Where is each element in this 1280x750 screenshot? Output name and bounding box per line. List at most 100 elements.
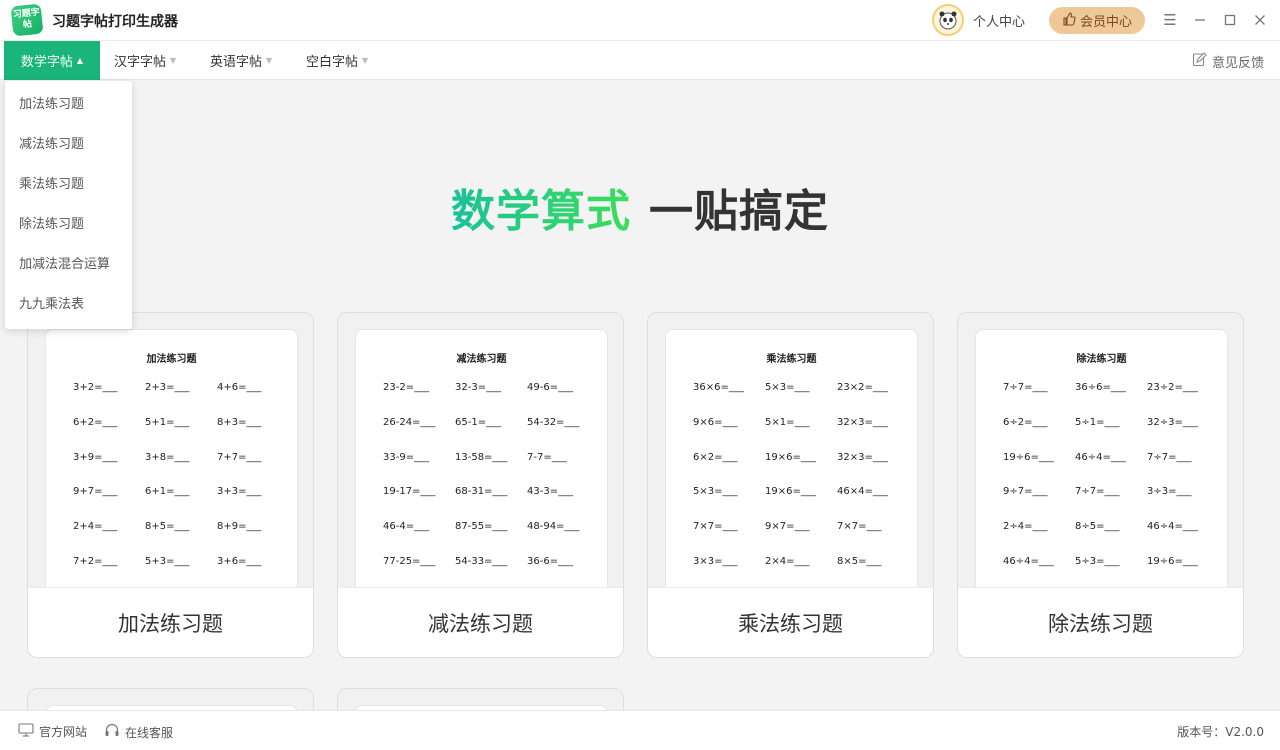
app-logo-text: 习题字帖 <box>12 7 41 31</box>
problem-item: 5×1=___ <box>765 416 810 428</box>
problem-item: 36×6=___ <box>693 382 744 393</box>
online-service-link[interactable]: 在线客服 <box>104 723 173 741</box>
problem-item: 5×3=___ <box>693 486 738 498</box>
problem-item: 46-4=___ <box>383 521 430 533</box>
problem-item: 5+1=___ <box>145 416 190 428</box>
card-addition[interactable]: 加法练习题 3+2=___ 2+3=___ 4+6=___ 6+2=___ 5+1=__… <box>27 312 314 658</box>
caret-down-icon: ▼ <box>362 56 369 65</box>
problem-item: 7÷7=___ <box>1147 451 1192 463</box>
dropdown-item-addition[interactable]: 加法练习题 <box>5 85 132 125</box>
problem-item: 26-24=___ <box>383 416 436 428</box>
problem-item: 46÷4=___ <box>1075 451 1126 463</box>
dropdown-item-division[interactable]: 除法练习题 <box>5 205 132 245</box>
worksheet-preview: 除法练习题 7÷7=___ 36÷6=___ 23÷2=___ 6÷2=___ 5÷1=… <box>975 329 1228 629</box>
card-subtraction[interactable]: 减法练习题 23-2=___ 32-3=___ 49-6=___ 26-24=___ 6… <box>337 312 624 658</box>
problem-item: 33-9=___ <box>383 451 430 463</box>
menu-bar: 数学字帖 ▲ 汉字字帖 ▼ 英语字帖 ▼ 空白字帖 ▼ 意见反馈 <box>0 40 1280 80</box>
avatar[interactable] <box>932 4 964 36</box>
tab-chinese[interactable]: 汉字字帖 ▼ <box>114 41 176 80</box>
problem-item: 7×7=___ <box>837 521 882 533</box>
problem-item: 3×3=___ <box>693 555 738 567</box>
menu-icon[interactable]: ☰ <box>1160 10 1180 30</box>
card-multiplication[interactable]: 乘法练习题 36×6=___ 5×3=___ 23×2=___ 9×6=___ 5×1=… <box>647 312 934 658</box>
card-division[interactable]: 除法练习题 7÷7=___ 36÷6=___ 23÷2=___ 6÷2=___ 5÷1=… <box>957 312 1244 658</box>
problem-item: 3÷3=___ <box>1147 486 1192 498</box>
personal-center-link[interactable]: 个人中心 <box>973 11 1025 30</box>
tab-chinese-label: 汉字字帖 <box>114 55 167 70</box>
card-label: 除法练习题 <box>958 587 1243 657</box>
worksheet-preview: 乘法练习题 36×6=___ 5×3=___ 23×2=___ 9×6=___ 5×1=… <box>665 329 918 629</box>
problem-item: 6÷2=___ <box>1003 416 1048 428</box>
monitor-icon <box>18 723 34 740</box>
problem-item: 23×2=___ <box>837 382 888 393</box>
problem-item: 7+2=___ <box>73 555 118 567</box>
problem-item: 5÷1=___ <box>1075 416 1120 428</box>
problem-item: 19-17=___ <box>383 486 436 498</box>
tab-blank[interactable]: 空白字帖 ▼ <box>306 41 368 80</box>
problem-item: 2+3=___ <box>145 382 190 393</box>
minimize-icon[interactable] <box>1190 10 1210 30</box>
problem-item: 19÷6=___ <box>1003 451 1054 463</box>
problem-item: 49-6=___ <box>527 382 574 393</box>
problem-item: 8×5=___ <box>837 555 882 567</box>
close-icon[interactable] <box>1250 10 1270 30</box>
problem-item: 54-33=___ <box>455 555 508 567</box>
problem-item: 87-55=___ <box>455 521 508 533</box>
hero-highlight: 数学算式 <box>451 186 631 237</box>
dropdown-item-mixed[interactable]: 加减法混合运算 <box>5 245 132 285</box>
maximize-icon[interactable] <box>1220 10 1240 30</box>
feedback-link[interactable]: 意见反馈 <box>1192 52 1264 71</box>
problem-item: 23÷2=___ <box>1147 382 1198 393</box>
tab-english[interactable]: 英语字帖 ▼ <box>210 41 272 80</box>
problem-item: 77-25=___ <box>383 555 436 567</box>
problem-item: 32÷3=___ <box>1147 416 1198 428</box>
problem-item: 32×3=___ <box>837 451 888 463</box>
math-dropdown-menu: 加法练习题 减法练习题 乘法练习题 除法练习题 加减法混合运算 九九乘法表 <box>5 81 132 329</box>
problem-item: 68-31=___ <box>455 486 508 498</box>
vip-center-button[interactable]: 会员中心 <box>1049 7 1145 34</box>
version-label: 版本号：V2.0.0 <box>1177 725 1264 739</box>
official-site-link[interactable]: 官方网站 <box>18 723 87 740</box>
problem-item: 32-3=___ <box>455 382 502 393</box>
dropdown-item-subtraction[interactable]: 减法练习题 <box>5 125 132 165</box>
official-site-label: 官方网站 <box>39 725 88 739</box>
problem-item: 7÷7=___ <box>1003 382 1048 393</box>
problem-item: 4+6=___ <box>217 382 262 393</box>
problem-item: 3+2=___ <box>73 382 118 393</box>
sheet-title: 减法练习题 <box>456 354 507 365</box>
problem-item: 19÷6=___ <box>1147 555 1198 567</box>
thumbs-up-icon <box>1062 11 1076 30</box>
problem-item: 8+3=___ <box>217 416 262 428</box>
problem-item: 43-3=___ <box>527 486 574 498</box>
card-label: 乘法练习题 <box>648 587 933 657</box>
problem-item: 6+1=___ <box>145 486 190 498</box>
problem-item: 32×3=___ <box>837 416 888 428</box>
problem-grid: 7÷7=___ 36÷6=___ 23÷2=___ 6÷2=___ 5÷1=___ 32÷… <box>1003 382 1213 591</box>
panda-icon <box>939 11 957 30</box>
problem-item: 3+8=___ <box>145 451 190 463</box>
dropdown-item-multiplication[interactable]: 乘法练习题 <box>5 165 132 205</box>
problem-item: 46÷4=___ <box>1003 555 1054 567</box>
dropdown-item-times-table[interactable]: 九九乘法表 <box>5 285 132 325</box>
tab-math-label: 数学字帖 <box>20 55 73 70</box>
tab-blank-label: 空白字帖 <box>306 55 359 70</box>
problem-grid: 36×6=___ 5×3=___ 23×2=___ 9×6=___ 5×1=___ 32×… <box>693 382 903 591</box>
tab-math[interactable]: 数学字帖 ▲ <box>4 41 100 80</box>
problem-item: 54-32=___ <box>527 416 580 428</box>
caret-down-icon: ▼ <box>170 56 177 65</box>
problem-item: 13-58=___ <box>455 451 508 463</box>
problem-item: 9×7=___ <box>765 521 810 533</box>
problem-item: 48-94=___ <box>527 521 580 533</box>
worksheet-preview: 加法练习题 3+2=___ 2+3=___ 4+6=___ 6+2=___ 5+1=__… <box>45 329 298 629</box>
hero-rest: 一贴搞定 <box>649 186 829 237</box>
status-bar: 官方网站 在线客服 版本号：V2.0.0 <box>0 710 1280 750</box>
problem-item: 19×6=___ <box>765 486 816 498</box>
problem-item: 7+7=___ <box>217 451 262 463</box>
problem-item: 5×3=___ <box>765 382 810 393</box>
problem-grid: 3+2=___ 2+3=___ 4+6=___ 6+2=___ 5+1=___ 8+3=_… <box>73 382 283 591</box>
problem-item: 19×6=___ <box>765 451 816 463</box>
vip-center-label: 会员中心 <box>1079 15 1132 30</box>
problem-item: 6×2=___ <box>693 451 738 463</box>
problem-item: 7-7=___ <box>527 451 567 463</box>
problem-item: 46÷4=___ <box>1147 521 1198 533</box>
